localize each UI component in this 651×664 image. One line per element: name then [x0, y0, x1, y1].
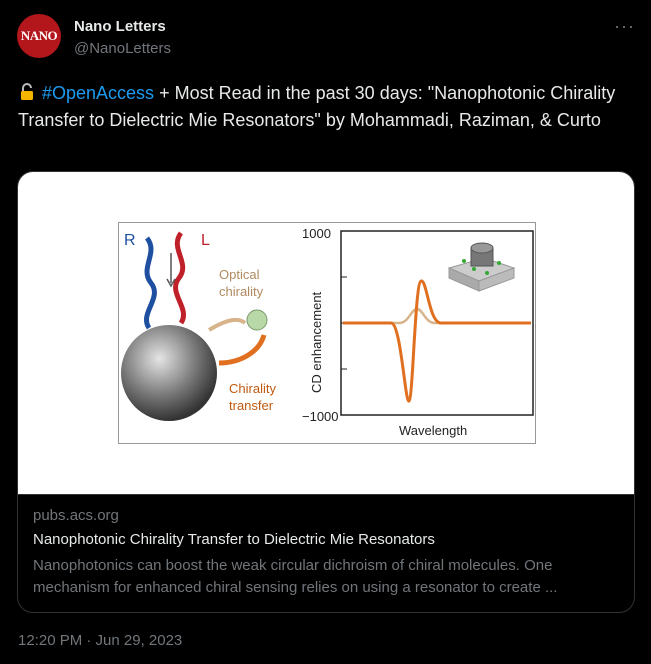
left-helix: [173, 231, 186, 325]
open-lock-icon: [21, 83, 33, 100]
graphical-abstract: R L Optical chirality Chirality transfer…: [118, 222, 536, 444]
x-axis-label: Wavelength: [399, 423, 467, 438]
card-image[interactable]: R L Optical chirality Chirality transfer…: [18, 172, 634, 494]
y-min-tick: −1000: [302, 409, 339, 424]
optical-arrow-icon: [207, 317, 247, 332]
label-l: L: [201, 232, 210, 249]
avatar[interactable]: NANO: [17, 14, 61, 58]
card-domain: pubs.acs.org: [33, 507, 119, 524]
right-helix: [144, 236, 157, 330]
optical-label-2: chirality: [219, 284, 264, 299]
author-name[interactable]: Nano Letters: [74, 18, 166, 35]
avatar-logo-text: NANO: [20, 28, 58, 43]
y-axis-label: CD enhancement: [309, 291, 324, 393]
label-r: R: [124, 232, 136, 249]
optical-label-1: Optical: [219, 267, 260, 282]
transfer-label-1: Chirality: [229, 381, 276, 396]
chiral-molecule-icon: [246, 309, 268, 331]
card-meta[interactable]: pubs.acs.org Nanophotonic Chirality Tran…: [18, 494, 634, 612]
y-max-tick: 1000: [302, 226, 331, 241]
transfer-label-2: transfer: [229, 398, 274, 413]
abstract-figure: R L Optical chirality Chirality transfer…: [121, 226, 534, 438]
author-handle[interactable]: @NanoLetters: [74, 40, 171, 57]
dielectric-sphere: [121, 325, 217, 421]
card-title[interactable]: Nanophotonic Chirality Transfer to Diele…: [33, 531, 435, 548]
hashtag-link[interactable]: #OpenAccess: [42, 83, 154, 103]
link-card[interactable]: R L Optical chirality Chirality transfer…: [17, 171, 635, 613]
more-options-icon[interactable]: ···: [614, 16, 635, 37]
tweet: NANO Nano Letters @NanoLetters ··· #Open…: [0, 0, 651, 664]
tweet-text: #OpenAccess + Most Read in the past 30 d…: [18, 80, 623, 134]
transfer-arrow-icon: [218, 334, 267, 366]
card-description: Nanophotonics can boost the weak circula…: [33, 557, 558, 596]
timestamp[interactable]: 12:20 PM · Jun 29, 2023: [18, 632, 182, 649]
